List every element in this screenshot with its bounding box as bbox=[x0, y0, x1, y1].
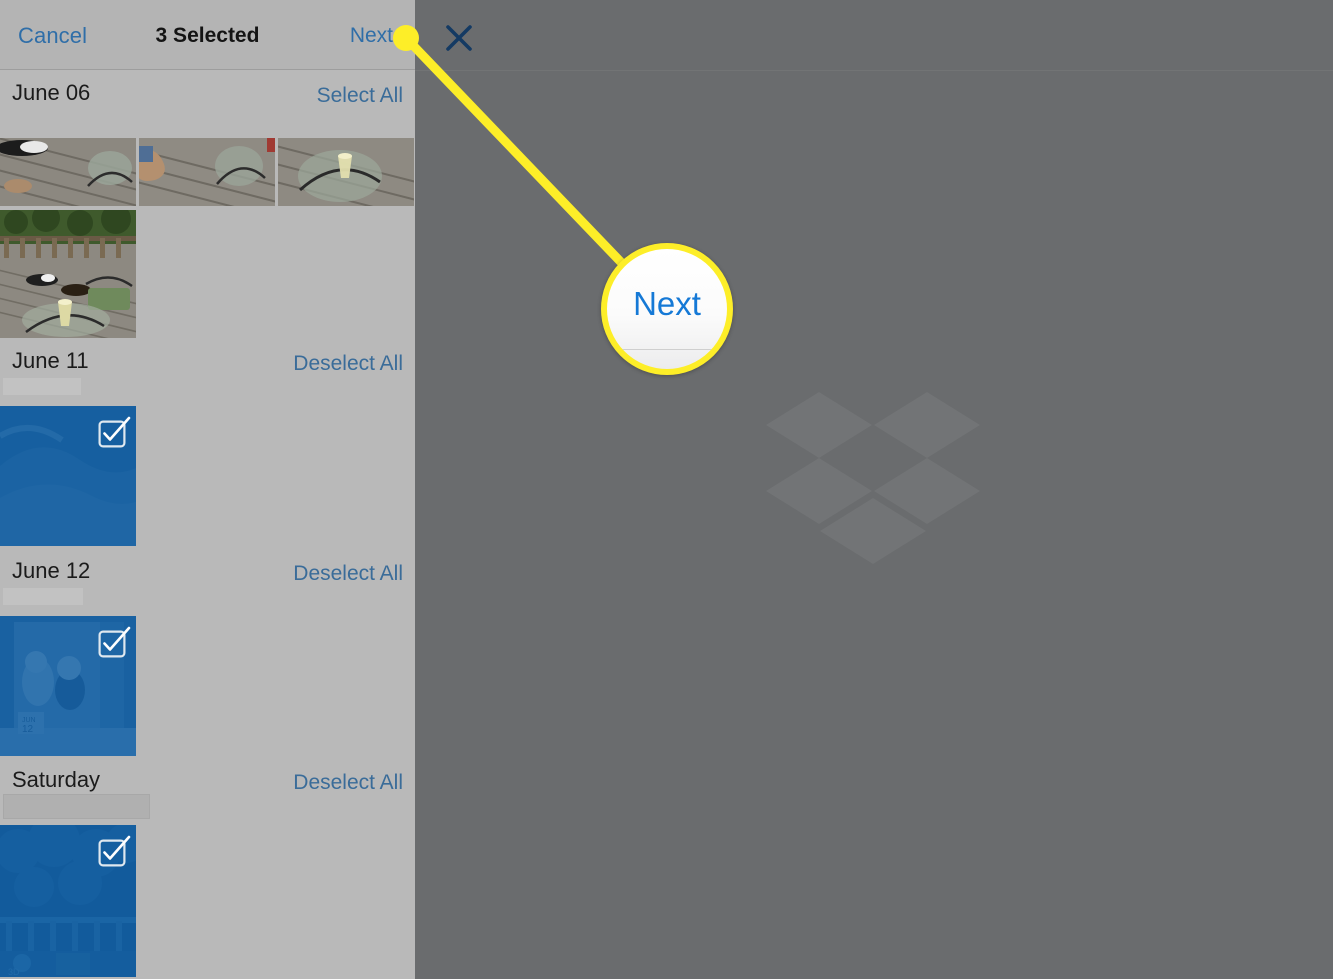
thumbnail-row bbox=[0, 206, 415, 338]
thumbnail-row: JUN 12 bbox=[0, 616, 415, 760]
section-header: June 12 Deselect All bbox=[0, 548, 415, 616]
deselect-all-button[interactable]: Deselect All bbox=[293, 562, 403, 586]
section-date-label: Saturday bbox=[12, 767, 101, 792]
section-header: June 06 Select All bbox=[0, 70, 415, 138]
close-icon[interactable] bbox=[443, 22, 475, 54]
section-place-redacted bbox=[3, 794, 150, 819]
thumbnail-row bbox=[0, 138, 415, 206]
photo-section-june-12: June 12 Deselect All JUN 12 bbox=[0, 548, 415, 760]
photo-picker-panel: Cancel 3 Selected Next June 06 Select Al… bbox=[0, 0, 415, 979]
photo-thumbnail-selected[interactable]: 3D bbox=[0, 825, 136, 977]
section-header: Saturday Deselect All bbox=[0, 757, 415, 825]
dropbox-logo-watermark bbox=[766, 392, 980, 576]
screenshot-root: Cancel 3 Selected Next June 06 Select Al… bbox=[0, 0, 1333, 979]
photo-section-saturday: Saturday Deselect All 3D bbox=[0, 757, 415, 979]
photo-thumbnail[interactable] bbox=[139, 138, 275, 206]
photo-section-june-11: June 11 Deselect All bbox=[0, 338, 415, 550]
photo-thumbnail-selected[interactable] bbox=[0, 406, 136, 546]
section-place-redacted bbox=[3, 588, 83, 605]
section-date-label: June 11 bbox=[12, 348, 89, 373]
thumbnail-row: 3D bbox=[0, 825, 415, 979]
thumbnail-row bbox=[0, 406, 415, 550]
picker-navbar: Cancel 3 Selected Next bbox=[0, 0, 415, 70]
backdrop-divider bbox=[415, 70, 1333, 71]
photo-thumbnail[interactable] bbox=[0, 138, 136, 206]
section-header: June 11 Deselect All bbox=[0, 338, 415, 406]
photo-thumbnail[interactable] bbox=[0, 210, 136, 338]
callout-magnifier[interactable]: Next bbox=[601, 243, 733, 375]
photo-thumbnail-selected[interactable]: JUN 12 bbox=[0, 616, 136, 756]
photo-section-june-06: June 06 Select All bbox=[0, 70, 415, 338]
select-all-button[interactable]: Select All bbox=[317, 84, 403, 108]
svg-text:12: 12 bbox=[22, 724, 34, 735]
svg-text:3D: 3D bbox=[8, 967, 20, 977]
next-button[interactable]: Next bbox=[350, 24, 393, 48]
deselect-all-button[interactable]: Deselect All bbox=[293, 771, 403, 795]
magnifier-divider bbox=[617, 349, 717, 350]
photo-thumbnail[interactable] bbox=[278, 138, 414, 206]
section-place-redacted bbox=[3, 378, 81, 395]
svg-text:JUN: JUN bbox=[22, 717, 36, 724]
section-date-label: June 12 bbox=[12, 558, 91, 583]
deselect-all-button[interactable]: Deselect All bbox=[293, 352, 403, 376]
section-date-label: June 06 bbox=[12, 80, 91, 105]
magnifier-next-label: Next bbox=[633, 285, 701, 322]
